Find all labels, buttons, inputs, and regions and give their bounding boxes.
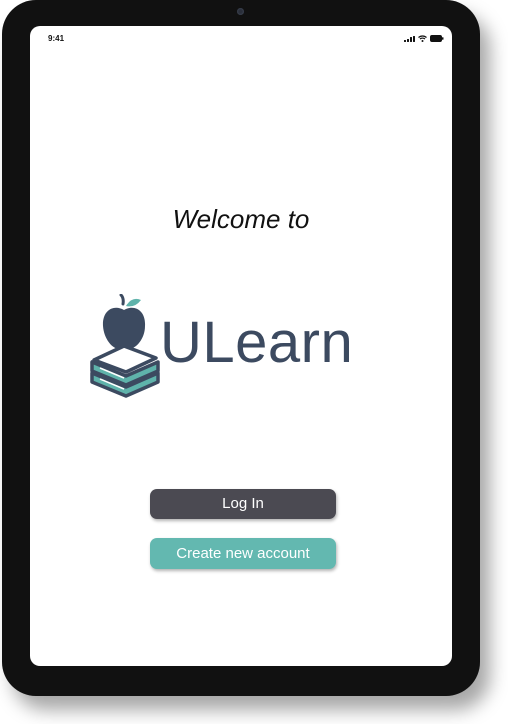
- brand-name: ULearn: [160, 310, 354, 375]
- front-camera: [237, 8, 244, 15]
- status-icons: [404, 34, 444, 42]
- status-time: 9:41: [48, 34, 65, 43]
- wifi-icon: [418, 35, 427, 42]
- create-account-button[interactable]: Create new account: [150, 538, 336, 569]
- login-button[interactable]: Log In: [150, 489, 336, 519]
- battery-icon: [430, 35, 444, 42]
- signal-icon: [404, 35, 415, 42]
- app-screen: 9:41 Welcome to ULearn Log In Create new…: [30, 26, 452, 666]
- status-bar: 9:41: [30, 26, 452, 48]
- ulearn-logo: ULearn: [88, 294, 378, 404]
- welcome-heading: Welcome to: [172, 204, 310, 234]
- tablet-device-frame: 9:41 Welcome to ULearn Log In Create new…: [2, 0, 480, 696]
- apple-on-books-icon: [90, 294, 160, 398]
